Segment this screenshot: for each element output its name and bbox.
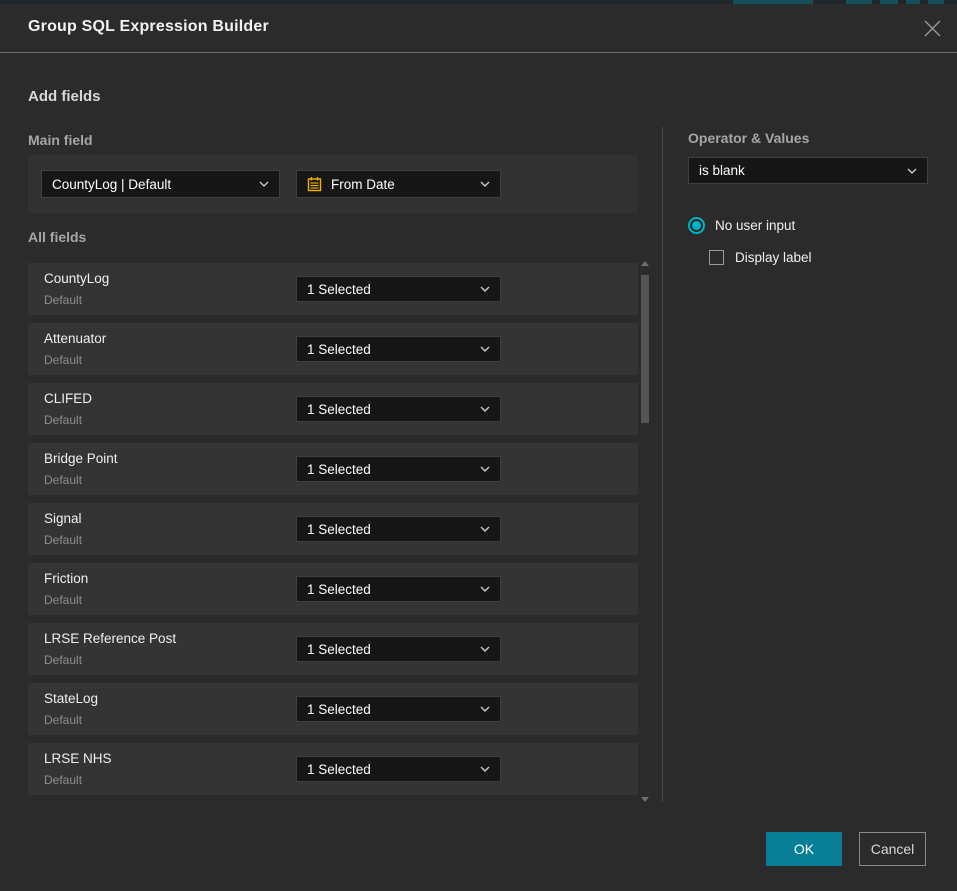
chevron-down-icon xyxy=(480,286,490,292)
ok-button[interactable]: OK xyxy=(766,832,842,866)
field-selected-value: 1 Selected xyxy=(307,702,472,717)
field-row: CountyLog Default 1 Selected xyxy=(28,263,638,315)
chevron-down-icon xyxy=(480,466,490,472)
main-field-label: Main field xyxy=(28,132,93,148)
field-row: Bridge Point Default 1 Selected xyxy=(28,443,638,495)
field-name: LRSE Reference Post xyxy=(44,631,176,646)
chevron-down-icon xyxy=(480,646,490,652)
field-row: StateLog Default 1 Selected xyxy=(28,683,638,735)
field-subtitle: Default xyxy=(44,713,82,727)
field-row: Signal Default 1 Selected xyxy=(28,503,638,555)
main-field-field-dropdown[interactable]: From Date xyxy=(296,170,501,198)
operator-value: is blank xyxy=(699,163,899,178)
close-icon[interactable] xyxy=(921,17,943,39)
field-selected-dropdown[interactable]: 1 Selected xyxy=(296,696,501,722)
operator-values-heading: Operator & Values xyxy=(688,130,809,146)
field-selected-dropdown[interactable]: 1 Selected xyxy=(296,396,501,422)
fields-list-scrollbar[interactable] xyxy=(640,259,650,804)
radio-selected-icon xyxy=(688,217,705,234)
field-selected-value: 1 Selected xyxy=(307,642,472,657)
field-subtitle: Default xyxy=(44,473,82,487)
all-fields-list: CountyLog Default 1 Selected Attenuator … xyxy=(28,263,638,800)
field-row: LRSE NHS Default 1 Selected xyxy=(28,743,638,795)
main-field-panel: CountyLog | Default From Date xyxy=(28,155,638,213)
field-selected-dropdown[interactable]: 1 Selected xyxy=(296,576,501,602)
field-selected-value: 1 Selected xyxy=(307,402,472,417)
field-name: StateLog xyxy=(44,691,98,706)
main-field-field-value: From Date xyxy=(331,177,472,192)
scroll-up-arrow-icon[interactable] xyxy=(641,261,649,266)
field-name: Attenuator xyxy=(44,331,106,346)
chevron-down-icon xyxy=(480,586,490,592)
chevron-down-icon xyxy=(480,526,490,532)
field-selected-value: 1 Selected xyxy=(307,342,472,357)
no-user-input-radio[interactable]: No user input xyxy=(688,217,795,234)
chevron-down-icon xyxy=(480,766,490,772)
main-field-source-value: CountyLog | Default xyxy=(52,177,251,192)
dialog-title: Group SQL Expression Builder xyxy=(28,18,269,36)
field-selected-value: 1 Selected xyxy=(307,282,472,297)
operator-dropdown[interactable]: is blank xyxy=(688,157,928,184)
chevron-down-icon xyxy=(480,346,490,352)
field-selected-value: 1 Selected xyxy=(307,522,472,537)
field-subtitle: Default xyxy=(44,773,82,787)
field-row: LRSE Reference Post Default 1 Selected xyxy=(28,623,638,675)
group-sql-expression-builder-dialog: Group SQL Expression Builder Add fields … xyxy=(0,4,957,891)
cancel-button[interactable]: Cancel xyxy=(859,832,926,866)
field-selected-value: 1 Selected xyxy=(307,762,472,777)
scroll-down-arrow-icon[interactable] xyxy=(641,797,649,802)
field-selected-dropdown[interactable]: 1 Selected xyxy=(296,336,501,362)
field-selected-dropdown[interactable]: 1 Selected xyxy=(296,636,501,662)
field-name: Friction xyxy=(44,571,88,586)
scrollbar-thumb[interactable] xyxy=(641,275,649,423)
main-field-source-dropdown[interactable]: CountyLog | Default xyxy=(41,170,280,198)
field-subtitle: Default xyxy=(44,413,82,427)
field-name: CountyLog xyxy=(44,271,109,286)
display-label-checkbox[interactable]: Display label xyxy=(709,250,812,265)
add-fields-heading: Add fields xyxy=(28,88,101,105)
all-fields-label: All fields xyxy=(28,229,86,245)
field-name: Signal xyxy=(44,511,82,526)
dialog-header: Group SQL Expression Builder xyxy=(0,4,957,53)
checkbox-unchecked-icon xyxy=(709,250,724,265)
chevron-down-icon xyxy=(480,181,490,187)
column-divider xyxy=(662,127,663,802)
chevron-down-icon xyxy=(259,181,269,187)
field-row: CLIFED Default 1 Selected xyxy=(28,383,638,435)
field-row: Friction Default 1 Selected xyxy=(28,563,638,615)
display-label-label: Display label xyxy=(735,250,812,265)
chevron-down-icon xyxy=(480,406,490,412)
field-row: Attenuator Default 1 Selected xyxy=(28,323,638,375)
field-selected-dropdown[interactable]: 1 Selected xyxy=(296,276,501,302)
field-subtitle: Default xyxy=(44,593,82,607)
calendar-icon xyxy=(307,176,322,192)
no-user-input-label: No user input xyxy=(715,218,795,233)
field-name: LRSE NHS xyxy=(44,751,112,766)
field-subtitle: Default xyxy=(44,653,82,667)
field-selected-dropdown[interactable]: 1 Selected xyxy=(296,516,501,542)
field-selected-dropdown[interactable]: 1 Selected xyxy=(296,456,501,482)
field-subtitle: Default xyxy=(44,293,82,307)
field-selected-dropdown[interactable]: 1 Selected xyxy=(296,756,501,782)
chevron-down-icon xyxy=(907,168,917,174)
field-selected-value: 1 Selected xyxy=(307,462,472,477)
chevron-down-icon xyxy=(480,706,490,712)
field-selected-value: 1 Selected xyxy=(307,582,472,597)
field-subtitle: Default xyxy=(44,353,82,367)
field-subtitle: Default xyxy=(44,533,82,547)
field-name: CLIFED xyxy=(44,391,92,406)
field-name: Bridge Point xyxy=(44,451,118,466)
